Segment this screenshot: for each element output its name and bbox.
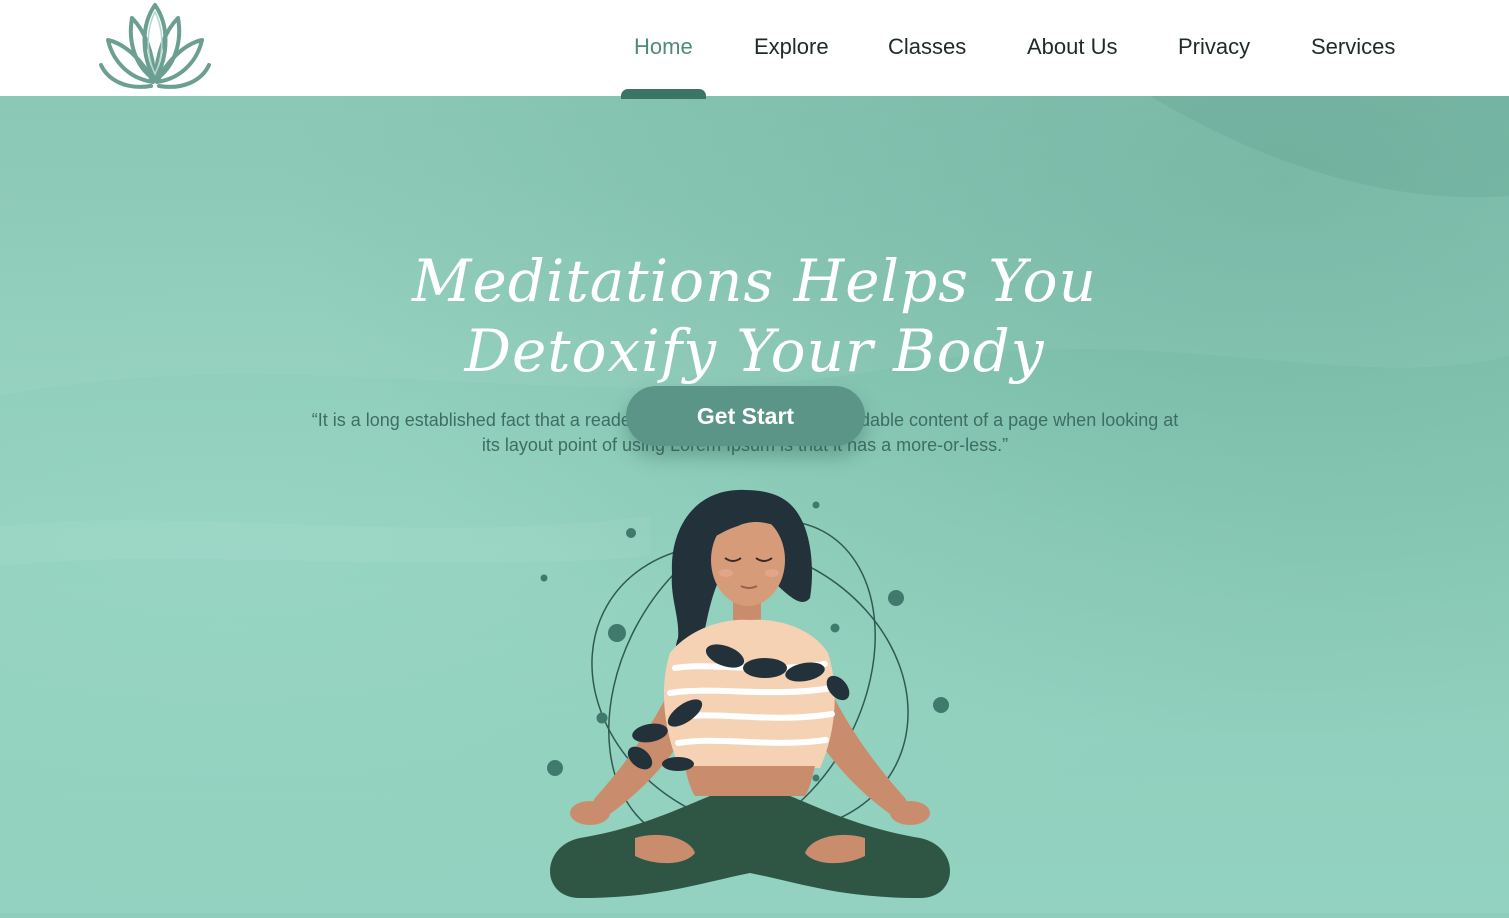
- hero-title-line-1: Meditations Helps You: [412, 247, 1097, 315]
- hero-title-line-2: Detoxify Your Body: [464, 317, 1045, 385]
- nav-item-about-us[interactable]: About Us: [1027, 31, 1118, 63]
- meditating-woman-illustration: [520, 478, 980, 913]
- site-header: Home Explore Classes About Us Privacy Se…: [0, 0, 1509, 99]
- nav-item-home[interactable]: Home: [634, 31, 693, 63]
- active-nav-indicator: [621, 89, 706, 99]
- nav-item-privacy[interactable]: Privacy: [1178, 31, 1250, 63]
- nav-item-services[interactable]: Services: [1311, 31, 1395, 63]
- get-start-button[interactable]: Get Start: [626, 386, 865, 446]
- hero-title: Meditations Helps You Detoxify Your Body: [0, 246, 1509, 386]
- main-nav: Home Explore Classes About Us Privacy Se…: [0, 0, 1509, 99]
- nav-item-classes[interactable]: Classes: [888, 31, 966, 63]
- nav-item-explore[interactable]: Explore: [754, 31, 829, 63]
